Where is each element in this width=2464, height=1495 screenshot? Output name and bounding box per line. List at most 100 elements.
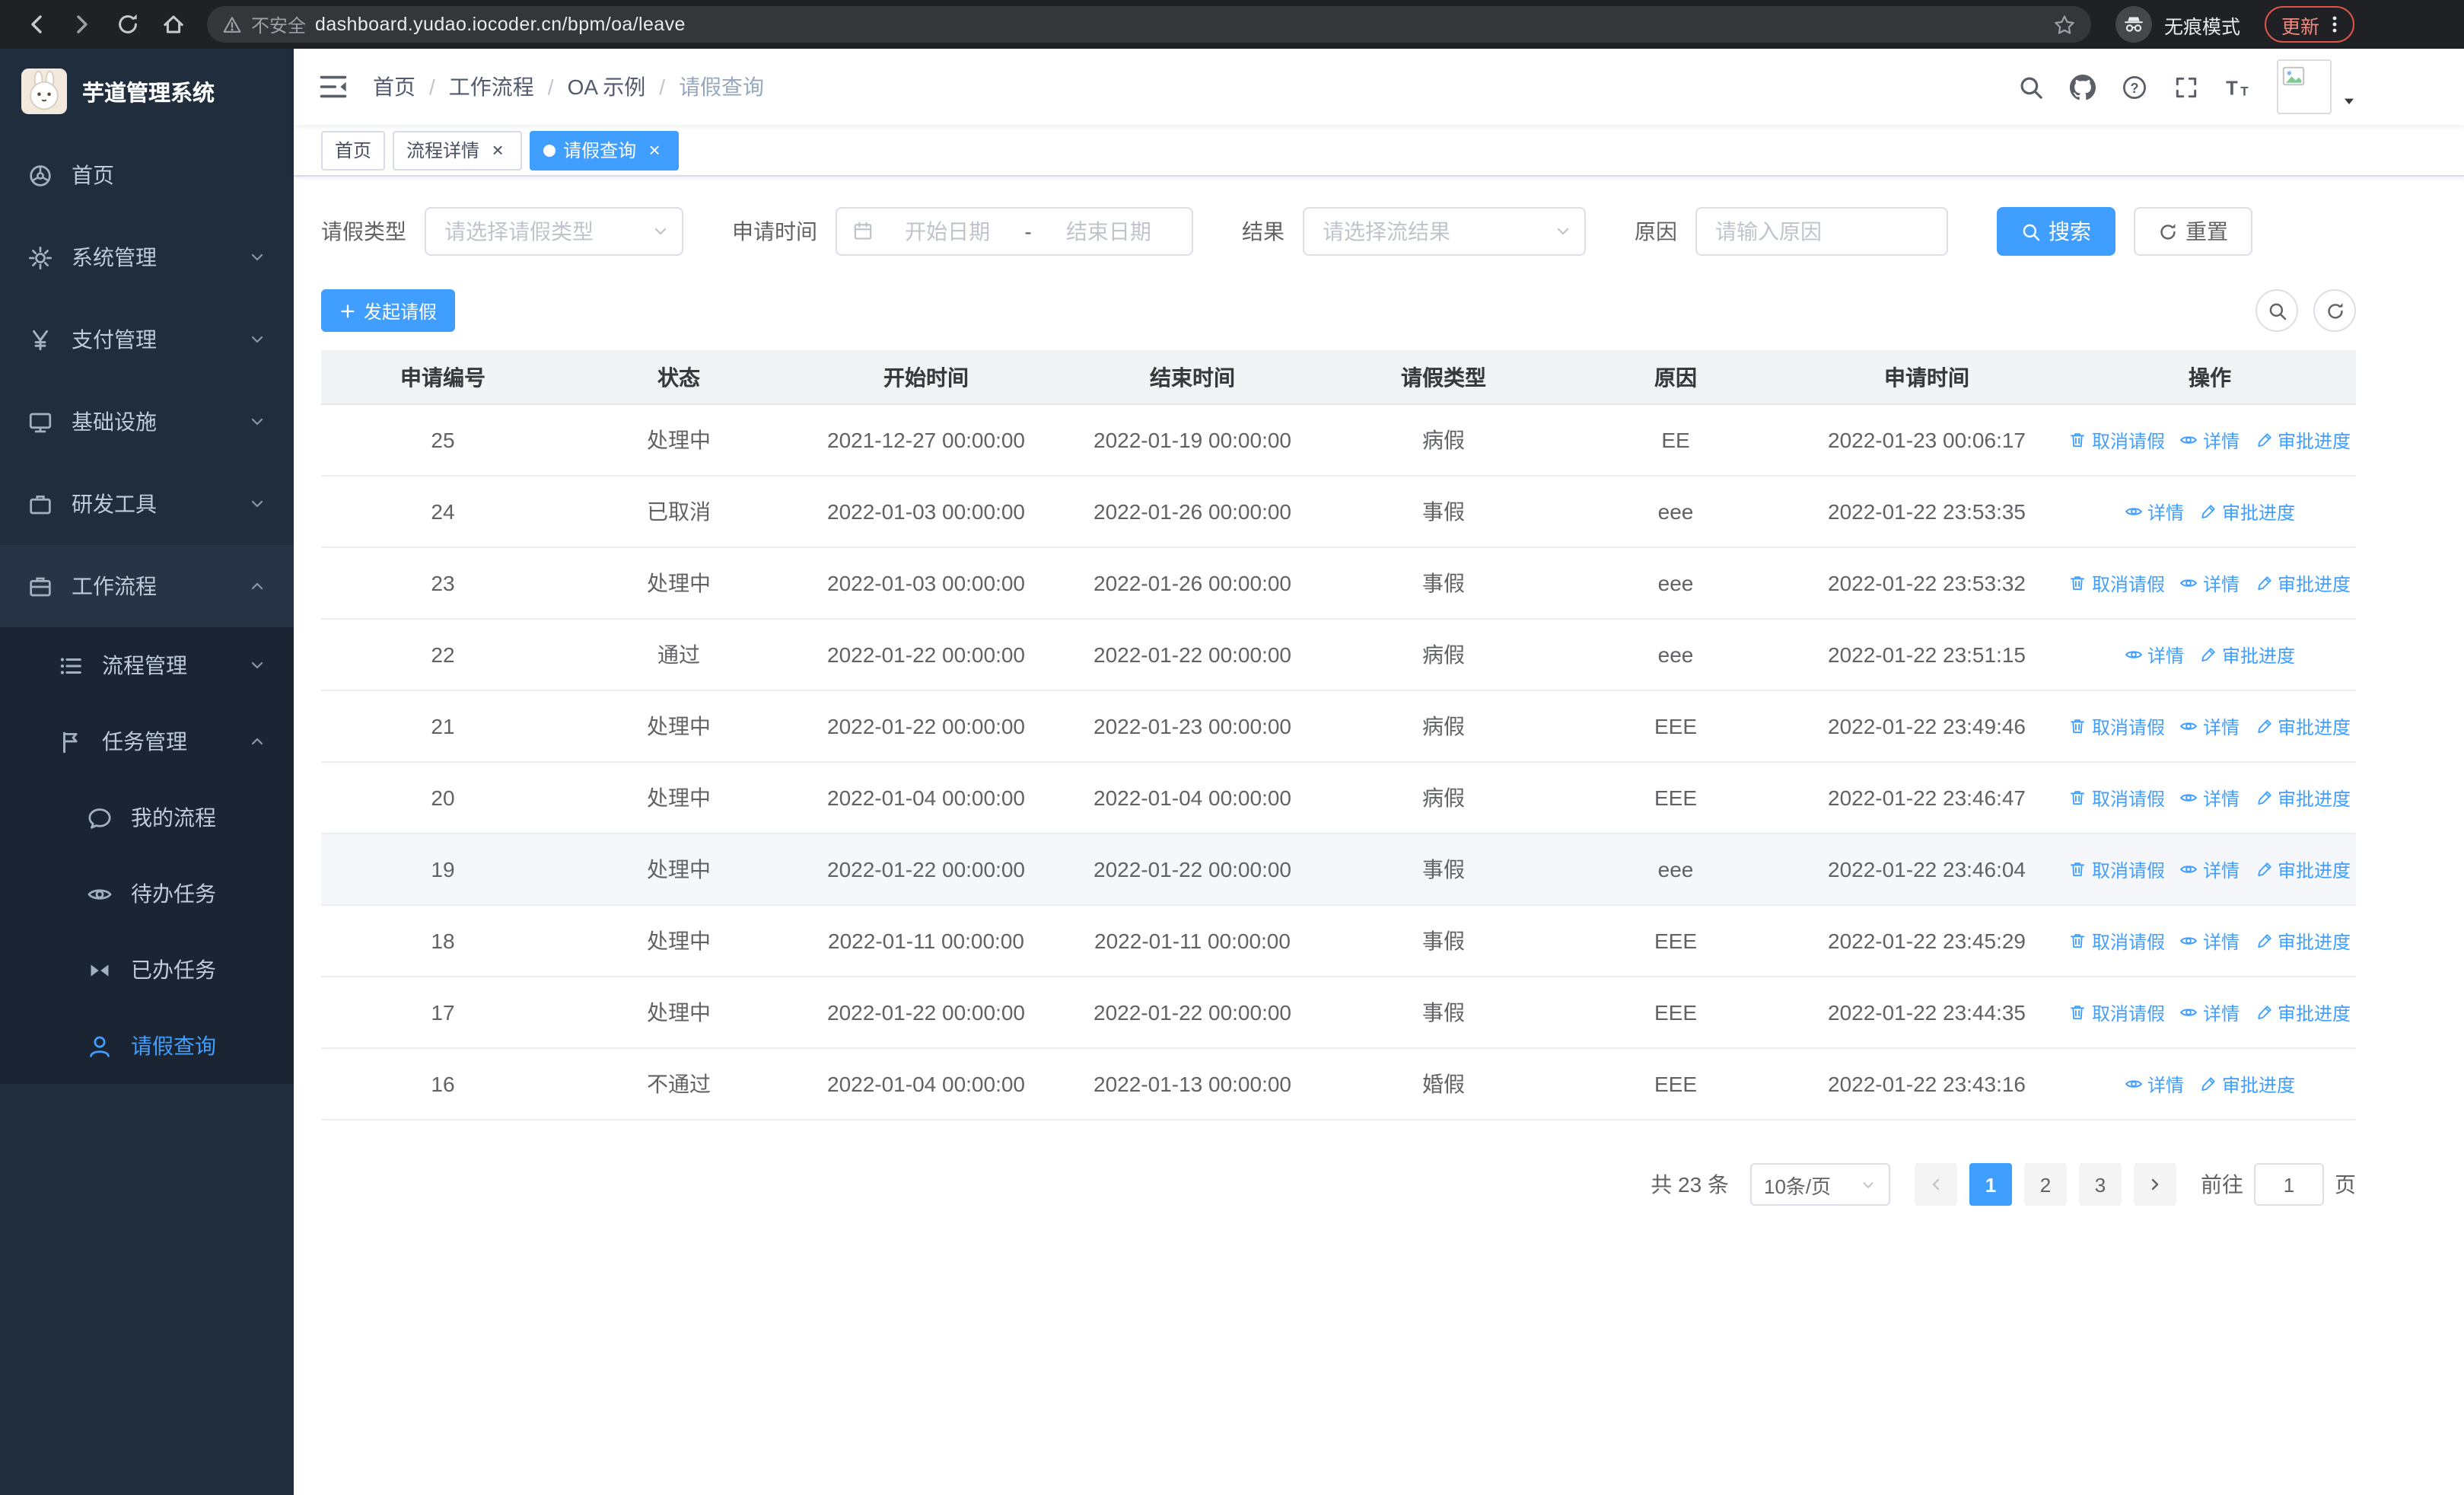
progress-link[interactable]: 审批进度	[2255, 570, 2351, 596]
breadcrumb-item[interactable]: 工作流程	[449, 72, 534, 102]
sidebar-item-task-mgmt[interactable]: 任务管理	[0, 703, 294, 779]
leave-type-select[interactable]: 请选择请假类型	[425, 207, 683, 256]
sidebar-item-todo-tasks[interactable]: 待办任务	[0, 856, 294, 932]
table-row: 20 处理中 2022-01-04 00:00:00 2022-01-04 00…	[321, 763, 2356, 834]
cell-actions: 取消请假 详情 审批进度	[2064, 427, 2356, 453]
breadcrumb-item[interactable]: 首页	[373, 72, 415, 102]
progress-link[interactable]: 审批进度	[2255, 785, 2351, 811]
close-icon[interactable]: ×	[487, 139, 508, 161]
tab-leave-query[interactable]: 请假查询 ×	[530, 130, 680, 170]
sidebar-item-label: 流程管理	[102, 653, 187, 677]
chat-bubble-icon	[87, 805, 113, 830]
page-button-3[interactable]: 3	[2079, 1163, 2122, 1206]
sidebar-item-system[interactable]: 系统管理	[0, 216, 294, 298]
eye-icon	[2125, 502, 2143, 521]
sidebar-fold-icon[interactable]	[318, 72, 349, 102]
cell-status: 处理中	[647, 428, 711, 452]
page-button-1[interactable]: 1	[1969, 1163, 2012, 1206]
close-icon[interactable]: ×	[644, 139, 665, 161]
cancel-leave-link[interactable]: 取消请假	[2069, 856, 2165, 882]
goto-page: 前往 页	[2201, 1163, 2356, 1206]
prev-page-button[interactable]	[1915, 1163, 1957, 1206]
sidebar-item-payment[interactable]: 支付管理	[0, 298, 294, 381]
page-button-2[interactable]: 2	[2024, 1163, 2067, 1206]
progress-link[interactable]: 审批进度	[2199, 642, 2295, 668]
cancel-leave-link[interactable]: 取消请假	[2069, 928, 2165, 954]
tab-process-detail[interactable]: 流程详情 ×	[393, 130, 523, 170]
browser-reload-button[interactable]	[107, 3, 149, 46]
github-icon[interactable]	[2070, 74, 2096, 100]
browser-forward-button[interactable]	[61, 3, 103, 46]
search-icon[interactable]	[2018, 74, 2044, 100]
sidebar-item-home[interactable]: 首页	[0, 134, 294, 216]
cancel-leave-link[interactable]: 取消请假	[2069, 713, 2165, 739]
chevron-up-icon	[248, 577, 266, 595]
cell-leave-type: 病假	[1422, 714, 1465, 738]
browser-home-button[interactable]	[152, 3, 195, 46]
dashboard-icon	[27, 162, 53, 188]
detail-link[interactable]: 详情	[2180, 928, 2240, 954]
progress-link[interactable]: 审批进度	[2255, 999, 2351, 1025]
cell-leave-type: 事假	[1422, 571, 1465, 595]
suitcase-icon	[27, 573, 53, 599]
caret-down-icon	[2341, 93, 2357, 110]
detail-link[interactable]: 详情	[2125, 642, 2184, 668]
detail-link[interactable]: 详情	[2180, 999, 2240, 1025]
cancel-leave-link[interactable]: 取消请假	[2069, 999, 2165, 1025]
sidebar-item-workflow[interactable]: 工作流程	[0, 545, 294, 627]
cell-apply-time: 2022-01-22 23:44:35	[1828, 1000, 2026, 1025]
progress-link[interactable]: 审批进度	[2255, 928, 2351, 954]
font-size-icon[interactable]	[2225, 74, 2251, 100]
briefcase-icon	[27, 491, 53, 517]
detail-link[interactable]: 详情	[2125, 499, 2184, 524]
tab-home[interactable]: 首页	[321, 130, 386, 170]
progress-link[interactable]: 审批进度	[2255, 856, 2351, 882]
create-leave-button[interactable]: 发起请假	[321, 289, 456, 332]
detail-link[interactable]: 详情	[2180, 713, 2240, 739]
table-row: 19 处理中 2022-01-22 00:00:00 2022-01-22 00…	[321, 834, 2356, 906]
detail-link[interactable]: 详情	[2125, 1071, 2184, 1097]
sidebar-item-leave-query[interactable]: 请假查询	[0, 1008, 294, 1084]
sidebar-item-process-mgmt[interactable]: 流程管理	[0, 627, 294, 703]
cancel-leave-link[interactable]: 取消请假	[2069, 570, 2165, 596]
breadcrumb-item[interactable]: OA 示例	[568, 72, 646, 102]
cancel-leave-link[interactable]: 取消请假	[2069, 785, 2165, 811]
security-warning-icon[interactable]	[222, 14, 242, 34]
fullscreen-icon[interactable]	[2173, 74, 2199, 100]
refresh-table-button[interactable]	[2313, 289, 2356, 332]
address-bar[interactable]: 不安全 dashboard.yudao.iocoder.cn/bpm/oa/le…	[207, 6, 2091, 43]
toggle-search-button[interactable]	[2255, 289, 2298, 332]
next-page-button[interactable]	[2134, 1163, 2176, 1206]
progress-link[interactable]: 审批进度	[2255, 713, 2351, 739]
sidebar-item-my-process[interactable]: 我的流程	[0, 779, 294, 856]
sidebar-item-infra[interactable]: 基础设施	[0, 381, 294, 463]
reason-input[interactable]	[1715, 219, 1928, 244]
result-select[interactable]: 请选择流结果	[1303, 207, 1586, 256]
page-size-select[interactable]: 10条/页	[1750, 1163, 1890, 1206]
help-icon[interactable]	[2122, 74, 2147, 100]
browser-back-button[interactable]	[15, 3, 58, 46]
select-placeholder: 请选择请假类型	[444, 219, 594, 244]
breadcrumb-separator: /	[659, 75, 666, 99]
table-row: 21 处理中 2022-01-22 00:00:00 2022-01-23 00…	[321, 691, 2356, 763]
search-button[interactable]: 搜索	[1997, 207, 2115, 256]
cancel-leave-link[interactable]: 取消请假	[2069, 427, 2165, 453]
user-menu[interactable]	[2277, 59, 2357, 114]
bookmark-star-icon[interactable]	[2053, 13, 2076, 36]
sidebar-item-done-tasks[interactable]: 已办任务	[0, 932, 294, 1008]
progress-link[interactable]: 审批进度	[2199, 1071, 2295, 1097]
progress-link[interactable]: 审批进度	[2255, 427, 2351, 453]
browser-update-menu-button[interactable]: 更新	[2265, 6, 2355, 43]
detail-link[interactable]: 详情	[2180, 856, 2240, 882]
cell-apply-time: 2022-01-22 23:53:35	[1828, 499, 2026, 524]
sidebar-item-devtools[interactable]: 研发工具	[0, 463, 294, 545]
reset-button[interactable]: 重置	[2134, 207, 2252, 256]
detail-link[interactable]: 详情	[2180, 785, 2240, 811]
apply-time-range-picker[interactable]: 开始日期 - 结束日期	[836, 207, 1193, 256]
progress-link[interactable]: 审批进度	[2199, 499, 2295, 524]
goto-page-input[interactable]	[2254, 1163, 2324, 1206]
edit-icon	[2199, 502, 2217, 521]
detail-link[interactable]: 详情	[2180, 427, 2240, 453]
app-logo[interactable]: 芋道管理系统	[0, 49, 294, 134]
detail-link[interactable]: 详情	[2180, 570, 2240, 596]
